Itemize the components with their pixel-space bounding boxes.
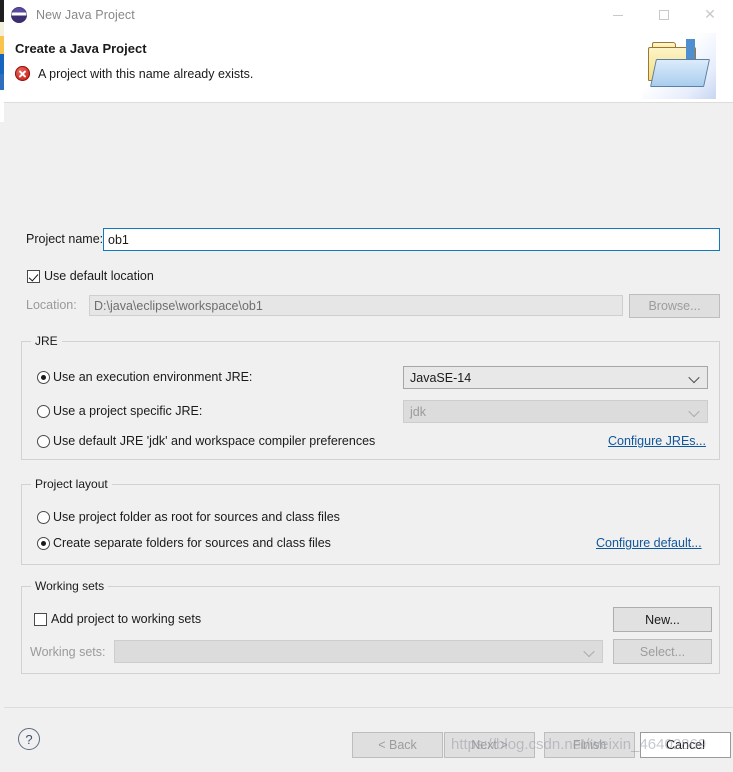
- use-default-location-checkbox[interactable]: [27, 270, 40, 283]
- dialog-footer: ? < Back Next > Finish Cancel: [4, 707, 733, 772]
- add-project-to-working-sets-checkbox[interactable]: [34, 613, 47, 626]
- working-sets-group-title: Working sets: [31, 579, 109, 593]
- add-project-to-working-sets-label: Add project to working sets: [51, 612, 202, 626]
- project-specific-jre-value: jdk: [410, 404, 426, 419]
- configure-default-link[interactable]: Configure default...: [596, 536, 702, 550]
- validation-message-row: A project with this name already exists.: [15, 66, 253, 81]
- help-icon[interactable]: ?: [18, 728, 40, 750]
- configure-jres-link[interactable]: Configure JREs...: [608, 434, 706, 448]
- select-working-set-button: Select...: [613, 639, 712, 664]
- use-default-location-label: Use default location: [44, 269, 154, 283]
- next-button: Next >: [444, 732, 535, 758]
- chevron-down-icon: [688, 371, 700, 383]
- back-button: < Back: [352, 732, 443, 758]
- project-layout-group: Project layout: [21, 477, 720, 565]
- page-title: Create a Java Project: [15, 41, 147, 56]
- working-sets-combo: [114, 640, 603, 663]
- working-sets-label: Working sets:: [30, 645, 106, 659]
- location-input: [89, 295, 623, 316]
- folder-import-icon: [642, 33, 716, 99]
- location-label: Location:: [26, 298, 77, 312]
- jre-default-label: Use default JRE 'jdk' and workspace comp…: [53, 434, 376, 448]
- execution-environment-value: JavaSE-14: [410, 370, 472, 385]
- maximize-icon: [659, 10, 669, 20]
- close-button[interactable]: ✕: [687, 0, 733, 30]
- project-specific-jre-combo: jdk: [403, 400, 708, 423]
- new-java-project-dialog: New Java Project ✕ Create a Java Project…: [4, 0, 733, 772]
- chevron-down-icon: [583, 645, 595, 657]
- project-layout-group-title: Project layout: [31, 477, 112, 491]
- title-bar: New Java Project ✕: [4, 0, 733, 30]
- wizard-header: Create a Java Project A project with thi…: [4, 30, 733, 103]
- jre-execution-environment-radio[interactable]: [37, 371, 50, 384]
- chevron-down-icon: [688, 405, 700, 417]
- layout-root-label: Use project folder as root for sources a…: [53, 510, 340, 524]
- jre-project-specific-radio[interactable]: [37, 405, 50, 418]
- browse-button: Browse...: [629, 294, 720, 318]
- layout-root-radio[interactable]: [37, 511, 50, 524]
- eclipse-icon: [11, 7, 27, 23]
- cancel-button[interactable]: Cancel: [640, 732, 731, 758]
- window-title: New Java Project: [36, 8, 135, 22]
- jre-project-specific-label: Use a project specific JRE:: [53, 404, 203, 418]
- layout-separate-radio[interactable]: [37, 537, 50, 550]
- execution-environment-combo[interactable]: JavaSE-14: [403, 366, 708, 389]
- maximize-button[interactable]: [641, 0, 687, 30]
- dialog-body: Project name: Use default location Locat…: [4, 103, 733, 709]
- minimize-icon: [613, 14, 623, 16]
- close-icon: ✕: [704, 7, 716, 23]
- jre-default-radio[interactable]: [37, 435, 50, 448]
- minimize-button[interactable]: [595, 0, 641, 30]
- validation-message: A project with this name already exists.: [38, 66, 254, 81]
- project-name-input[interactable]: [103, 228, 720, 251]
- jre-group-title: JRE: [31, 334, 62, 348]
- layout-separate-label: Create separate folders for sources and …: [53, 536, 331, 550]
- finish-button: Finish: [544, 732, 635, 758]
- jre-execution-environment-label: Use an execution environment JRE:: [53, 370, 253, 384]
- error-icon: [15, 66, 30, 81]
- new-working-set-button[interactable]: New...: [613, 607, 712, 632]
- project-name-label: Project name:: [26, 232, 104, 246]
